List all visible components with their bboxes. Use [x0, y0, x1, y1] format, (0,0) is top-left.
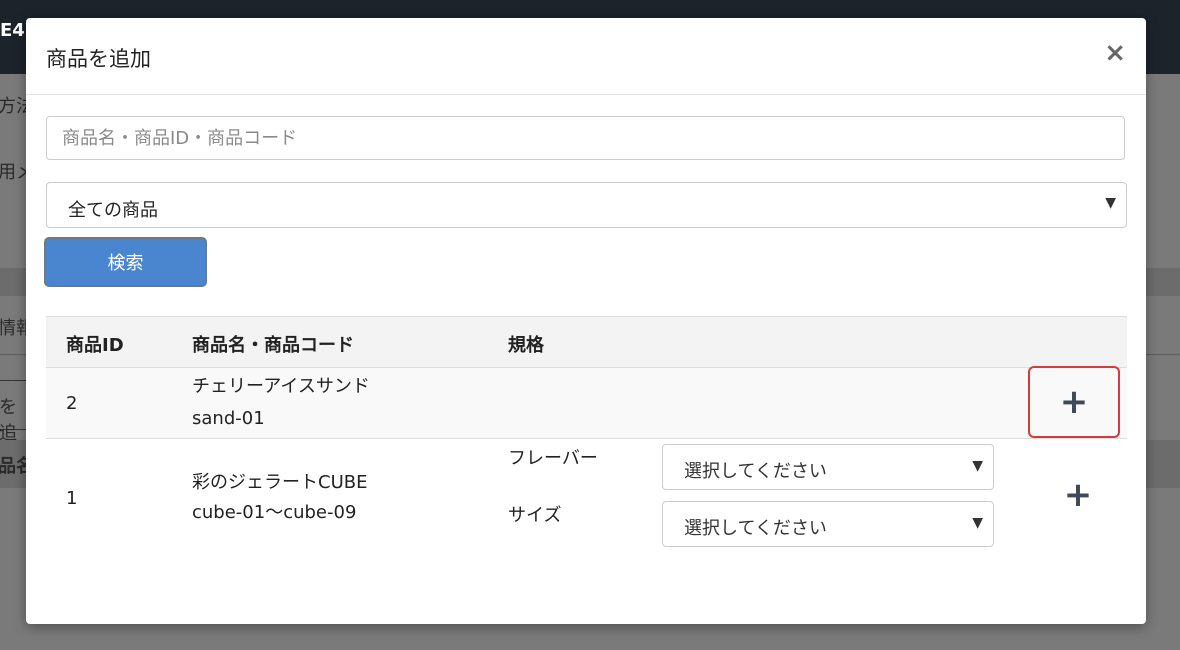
column-header-name: 商品名・商品コード [192, 335, 354, 356]
search-input[interactable] [46, 116, 1125, 160]
size-select[interactable]: 選択してください ▼ [662, 501, 994, 547]
plus-icon: + [1063, 475, 1093, 515]
table-header: 商品ID 商品名・商品コード 規格 [46, 316, 1127, 369]
table-row: 1 彩のジェラートCUBE cube-01～cube-09 フレーバー 選択して… [46, 439, 1127, 569]
caret-down-icon: ▼ [972, 515, 983, 531]
modal-header: 商品を追加 × [26, 18, 1146, 95]
plus-icon: + [1059, 382, 1089, 422]
category-select[interactable]: 全ての商品 ▼ [46, 182, 1127, 228]
add-product-button[interactable]: + [1028, 366, 1120, 438]
close-icon[interactable]: × [1104, 40, 1126, 66]
column-header-id: 商品ID [66, 335, 124, 356]
flavor-select[interactable]: 選択してください ▼ [662, 444, 994, 490]
table-row: 2 チェリーアイスサンド sand-01 + [46, 366, 1127, 439]
product-code: cube-01～cube-09 [192, 502, 357, 523]
product-name: 彩のジェラートCUBE [192, 472, 368, 493]
flavor-select-value: 選択してください [684, 461, 827, 482]
add-product-button[interactable]: + [1032, 459, 1124, 531]
product-code: sand-01 [192, 408, 265, 429]
modal-title: 商品を追加 [46, 47, 151, 71]
option-label-size: サイズ [508, 505, 562, 526]
column-header-spec: 規格 [508, 335, 544, 356]
search-button[interactable]: 検索 [44, 237, 207, 287]
category-select-value: 全ての商品 [68, 200, 158, 221]
product-id: 1 [66, 488, 78, 509]
caret-down-icon: ▼ [972, 458, 983, 474]
add-product-modal: 商品を追加 × 全ての商品 ▼ 検索 商品ID 商品名・商品コード 規格 2 チ… [26, 18, 1146, 624]
product-id: 2 [66, 393, 78, 414]
size-select-value: 選択してください [684, 518, 827, 539]
option-label-flavor: フレーバー [508, 448, 598, 469]
background-header-text: E4 [0, 20, 25, 41]
product-name: チェリーアイスサンド [192, 376, 370, 397]
caret-down-icon: ▼ [1105, 195, 1116, 211]
